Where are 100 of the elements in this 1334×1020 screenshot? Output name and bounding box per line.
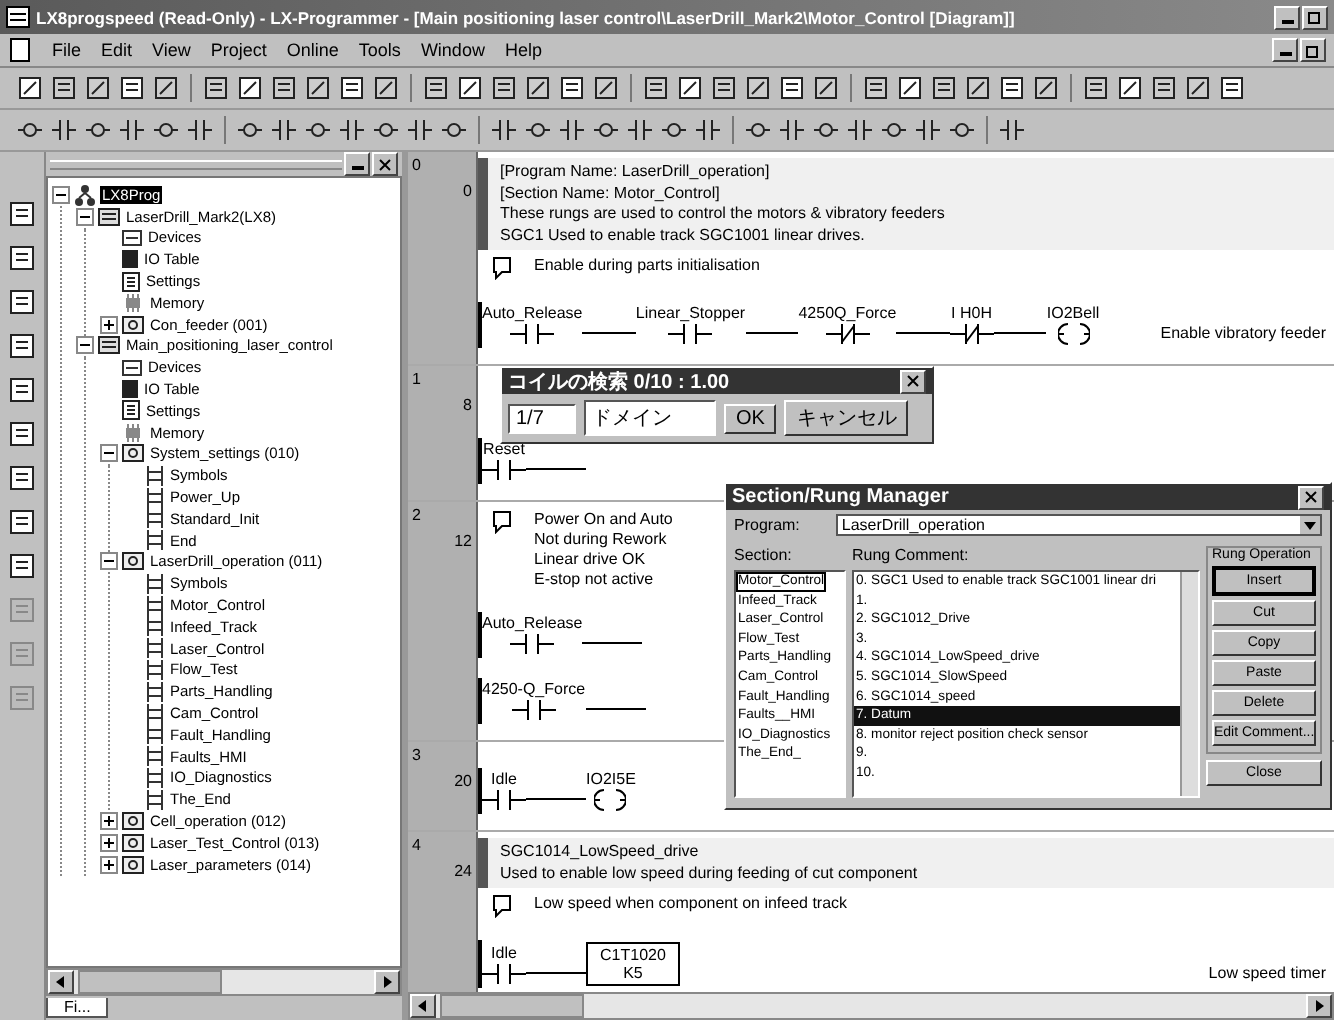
plus-icon bbox=[102, 835, 116, 850]
toolbar-icon[interactable] bbox=[862, 74, 890, 102]
expand-toggle[interactable] bbox=[100, 315, 118, 334]
panel-tab[interactable]: Fi... bbox=[46, 998, 109, 1018]
panel-icon[interactable] bbox=[8, 464, 36, 492]
horizontal-scrollbar[interactable] bbox=[46, 968, 402, 996]
ladder-tool-icon[interactable] bbox=[778, 116, 806, 144]
minimize-button[interactable] bbox=[1272, 38, 1298, 62]
panel-icon[interactable] bbox=[8, 244, 36, 272]
count-field[interactable]: 1/7 bbox=[508, 403, 576, 433]
dialog-button[interactable]: キャンセル bbox=[784, 400, 909, 436]
toolbar-icon[interactable] bbox=[304, 74, 332, 102]
toolbar-icon[interactable] bbox=[236, 74, 264, 102]
coil-icon bbox=[1057, 322, 1090, 346]
restore-button[interactable] bbox=[1302, 5, 1328, 29]
ladder-tool-icon[interactable] bbox=[406, 116, 434, 144]
toolbar-icon[interactable] bbox=[1150, 74, 1178, 102]
ladder-section-icon bbox=[146, 703, 164, 724]
collapse-toggle[interactable] bbox=[100, 444, 118, 463]
vertical-scrollbar[interactable] bbox=[1180, 572, 1198, 796]
toolbar-icon[interactable] bbox=[84, 74, 112, 102]
ladder-tool-icon[interactable] bbox=[118, 116, 146, 144]
toolbar-icon[interactable] bbox=[812, 74, 840, 102]
toolbar-icon[interactable] bbox=[642, 74, 670, 102]
toolbar-icon[interactable] bbox=[744, 74, 772, 102]
toolbar-icon[interactable] bbox=[422, 74, 450, 102]
ladder-tool-icon[interactable] bbox=[694, 116, 722, 144]
folder-icon bbox=[122, 315, 144, 334]
toolbar-icon[interactable] bbox=[1032, 74, 1060, 102]
toolbar-icon[interactable] bbox=[16, 74, 44, 102]
toolbar-icon[interactable] bbox=[592, 74, 620, 102]
dialog-button[interactable]: OK bbox=[724, 403, 777, 433]
panel-icon[interactable] bbox=[8, 200, 36, 228]
expand-toggle[interactable] bbox=[100, 855, 118, 874]
menu-item[interactable]: View bbox=[152, 40, 191, 60]
ladder-tool-icon[interactable] bbox=[998, 116, 1026, 144]
collapse-toggle[interactable] bbox=[76, 336, 94, 355]
panel-icon[interactable] bbox=[8, 288, 36, 316]
panel-icon[interactable] bbox=[8, 376, 36, 404]
toolbar-icon[interactable] bbox=[964, 74, 992, 102]
toolbar-icon[interactable] bbox=[1116, 74, 1144, 102]
toolbar-icon[interactable] bbox=[50, 74, 78, 102]
restore-button[interactable] bbox=[1300, 38, 1326, 62]
panel-icon[interactable] bbox=[8, 420, 36, 448]
close-button[interactable] bbox=[1298, 485, 1324, 509]
collapse-toggle[interactable] bbox=[52, 185, 70, 204]
ladder-tool-icon[interactable] bbox=[186, 116, 214, 144]
toolbar-icon[interactable] bbox=[118, 74, 146, 102]
scroll-thumb[interactable] bbox=[440, 994, 584, 1018]
toolbar-icon[interactable] bbox=[930, 74, 958, 102]
toolbar-icon[interactable] bbox=[1184, 74, 1212, 102]
ladder-tool-icon[interactable] bbox=[558, 116, 586, 144]
menu-item[interactable]: Window bbox=[420, 40, 485, 60]
toolbar-icon[interactable] bbox=[152, 74, 180, 102]
toolbar-icon[interactable] bbox=[778, 74, 806, 102]
program-dropdown[interactable]: LaserDrill_operation bbox=[835, 514, 1322, 536]
toolbar-icon[interactable] bbox=[456, 74, 484, 102]
scroll-thumb[interactable] bbox=[78, 970, 222, 994]
close-button[interactable] bbox=[372, 152, 398, 176]
toolbar-icon[interactable] bbox=[202, 74, 230, 102]
panel-icon[interactable] bbox=[8, 552, 36, 580]
menu-item[interactable]: Online bbox=[286, 40, 339, 60]
toolbar-icon[interactable] bbox=[524, 74, 552, 102]
ladder-tool-icon[interactable] bbox=[626, 116, 654, 144]
toolbar-icon[interactable] bbox=[896, 74, 924, 102]
menu-item[interactable]: File bbox=[52, 40, 82, 60]
menu-item[interactable]: Edit bbox=[101, 40, 133, 60]
expand-toggle[interactable] bbox=[100, 833, 118, 852]
minimize-button[interactable] bbox=[1274, 5, 1300, 29]
search-field[interactable]: ドメイン bbox=[584, 400, 716, 436]
collapse-toggle[interactable] bbox=[76, 207, 94, 226]
toolbar-icon[interactable] bbox=[998, 74, 1026, 102]
ladder-tool-icon[interactable] bbox=[490, 116, 518, 144]
toolbar-icon[interactable] bbox=[338, 74, 366, 102]
ladder-tool-icon[interactable] bbox=[846, 116, 874, 144]
ladder-tool-icon[interactable] bbox=[338, 116, 366, 144]
horizontal-scrollbar[interactable] bbox=[408, 992, 1334, 1020]
toolbar-icon[interactable] bbox=[1218, 74, 1246, 102]
toolbar-icon[interactable] bbox=[490, 74, 518, 102]
panel-icon[interactable] bbox=[8, 508, 36, 536]
menu-item[interactable]: Help bbox=[504, 40, 542, 60]
toolbar-icon[interactable] bbox=[558, 74, 586, 102]
toolbar-icon[interactable] bbox=[710, 74, 738, 102]
panel-icon[interactable] bbox=[8, 332, 36, 360]
ladder-tool-icon[interactable] bbox=[270, 116, 298, 144]
expand-toggle[interactable] bbox=[100, 812, 118, 830]
toolbar-icon[interactable] bbox=[1082, 74, 1110, 102]
comment-line: SGC1014_LowSpeed_drive bbox=[500, 842, 699, 863]
minimize-button[interactable] bbox=[344, 152, 370, 176]
menu-item[interactable]: Tools bbox=[358, 40, 401, 60]
close-icon bbox=[906, 374, 920, 388]
toolbar-icon[interactable] bbox=[676, 74, 704, 102]
ladder-tool-icon[interactable] bbox=[50, 116, 78, 144]
toolbar-icon[interactable] bbox=[270, 74, 298, 102]
ladder-tool-icon[interactable] bbox=[914, 116, 942, 144]
plus-icon bbox=[102, 857, 116, 872]
menu-item[interactable]: Project bbox=[210, 40, 267, 60]
close-button[interactable] bbox=[900, 369, 926, 393]
toolbar-icon[interactable] bbox=[372, 74, 400, 102]
collapse-toggle[interactable] bbox=[100, 552, 118, 571]
